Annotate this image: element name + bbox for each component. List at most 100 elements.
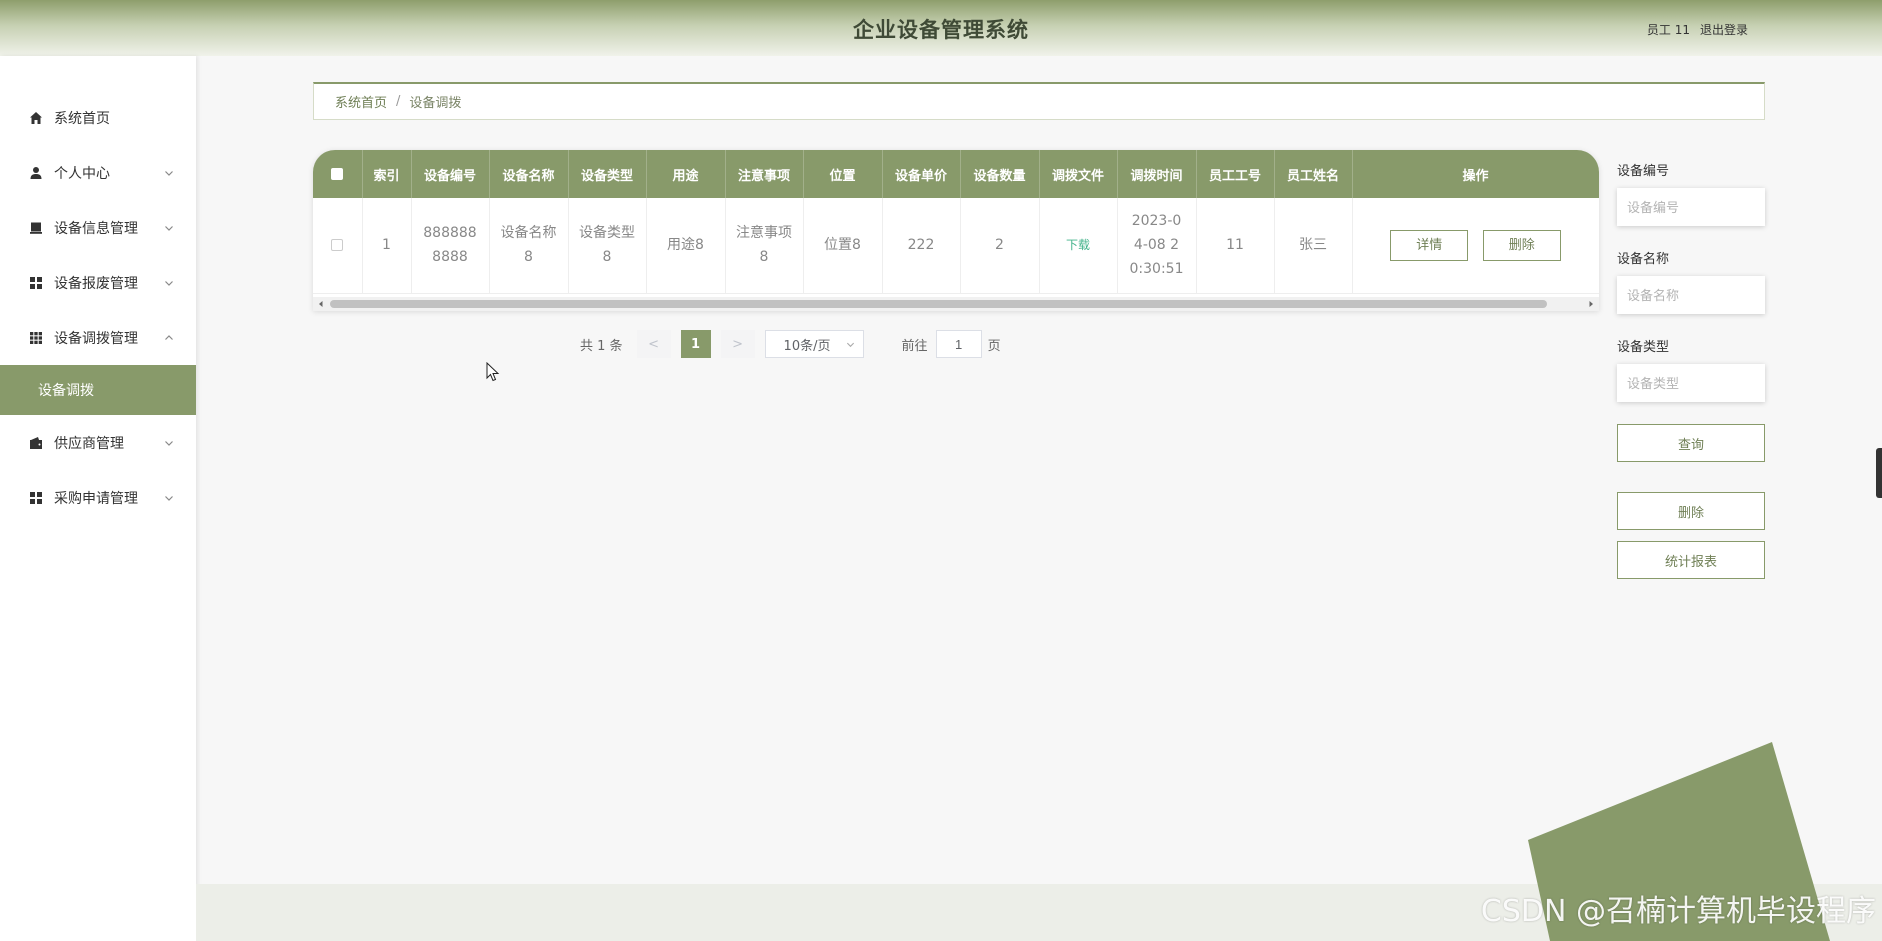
grid-icon — [28, 490, 44, 506]
app-title: 企业设备管理系统 — [853, 18, 1029, 42]
sidebar-item-device-info[interactable]: 设备信息管理 — [0, 200, 196, 255]
column-header: 操作 — [1352, 150, 1599, 198]
chevron-down-icon — [846, 342, 854, 348]
search-name-input[interactable] — [1617, 276, 1765, 314]
sidebar-item-label: 设备报废管理 — [54, 275, 138, 292]
sidebar-item-personal[interactable]: 个人中心 — [0, 145, 196, 200]
pagination: 共 1 条 < 1 > 10条/页 前往 页 — [580, 330, 1001, 358]
page-size-value: 10条/页 — [783, 338, 831, 354]
home-icon — [28, 110, 44, 126]
table-row: 1 8888888888 设备名称8 设备类型8 用途8 注意事项8 位置8 2… — [313, 198, 1599, 294]
logout-link[interactable]: 退出登录 — [1700, 21, 1748, 38]
search-number-input[interactable] — [1617, 188, 1765, 226]
cell-emp-no: 11 — [1196, 198, 1275, 294]
column-header: 员工工号 — [1196, 150, 1275, 198]
search-type-input[interactable] — [1617, 364, 1765, 402]
user-icon — [28, 165, 44, 181]
column-header: 用途 — [646, 150, 726, 198]
row-delete-button[interactable]: 删除 — [1482, 229, 1561, 261]
mouse-cursor-icon — [486, 362, 500, 382]
scroll-right-icon[interactable] — [1586, 299, 1596, 309]
sidebar-item-label: 系统首页 — [54, 110, 110, 127]
cell-notes: 注意事项8 — [725, 198, 804, 294]
column-header: 索引 — [362, 150, 412, 198]
sidebar-item-label: 设备调拨管理 — [54, 330, 138, 347]
cell-number: 8888888888 — [411, 198, 490, 294]
sidebar-item-home[interactable]: 系统首页 — [0, 90, 196, 145]
device-icon — [28, 220, 44, 236]
sidebar-item-label: 采购申请管理 — [54, 490, 138, 507]
cell-type: 设备类型8 — [568, 198, 647, 294]
stats-report-button[interactable]: 统计报表 — [1617, 541, 1765, 579]
chevron-up-icon — [165, 334, 173, 340]
data-table: 索引 设备编号 设备名称 设备类型 用途 注意事项 位置 设备单价 设备数量 调… — [313, 150, 1599, 311]
search-name-label: 设备名称 — [1617, 252, 1670, 267]
row-select-cell[interactable] — [313, 198, 363, 294]
detail-button[interactable]: 详情 — [1390, 229, 1469, 261]
query-button[interactable]: 查询 — [1617, 424, 1765, 462]
chevron-down-icon — [165, 495, 173, 501]
page-number-current[interactable]: 1 — [680, 330, 711, 358]
prev-page-button[interactable]: < — [636, 330, 671, 358]
sidebar-item-label: 个人中心 — [54, 165, 110, 182]
column-header: 注意事项 — [725, 150, 804, 198]
sidebar: 系统首页 个人中心 设备信息管理 设备报废管理 设备调拨管理 设备调拨 供应商管… — [0, 56, 196, 941]
column-header: 设备类型 — [568, 150, 647, 198]
batch-delete-button[interactable]: 删除 — [1617, 492, 1765, 530]
scrollbar-thumb[interactable] — [330, 300, 1547, 308]
column-header: 设备编号 — [411, 150, 490, 198]
page-unit-label: 页 — [987, 338, 1001, 354]
chevron-down-icon — [165, 170, 173, 176]
next-page-button[interactable]: > — [720, 330, 755, 358]
breadcrumb-separator: / — [396, 94, 401, 109]
horizontal-scrollbar[interactable] — [313, 297, 1599, 311]
table-header-row: 索引 设备编号 设备名称 设备类型 用途 注意事项 位置 设备单价 设备数量 调… — [313, 150, 1599, 198]
cell-time: 2023-04-08 20:30:51 — [1117, 198, 1197, 294]
cell-name: 设备名称8 — [489, 198, 569, 294]
goto-label: 前往 — [901, 338, 928, 354]
goto-page-input[interactable] — [935, 330, 982, 358]
grid9-icon — [28, 330, 44, 346]
sidebar-subitem-device-transfer[interactable]: 设备调拨 — [0, 365, 196, 415]
user-area: 员工 11 退出登录 — [1647, 21, 1748, 38]
select-all-cell[interactable] — [313, 150, 363, 198]
chevron-down-icon — [165, 440, 173, 446]
row-checkbox[interactable] — [331, 239, 344, 252]
cell-qty: 2 — [960, 198, 1040, 294]
sidebar-item-device-transfer[interactable]: 设备调拨管理 — [0, 310, 196, 365]
column-header: 设备单价 — [882, 150, 961, 198]
column-header: 调拨时间 — [1117, 150, 1197, 198]
side-handle[interactable] — [1876, 448, 1882, 498]
sidebar-item-purchase[interactable]: 采购申请管理 — [0, 470, 196, 525]
cell-actions: 详情 删除 — [1352, 198, 1599, 294]
sidebar-item-device-scrap[interactable]: 设备报废管理 — [0, 255, 196, 310]
breadcrumb-home[interactable]: 系统首页 — [335, 92, 387, 111]
column-header: 设备名称 — [489, 150, 569, 198]
breadcrumb-current: 设备调拨 — [409, 96, 462, 111]
watermark: CSDN @召楠计算机毕设程序 — [1480, 894, 1876, 929]
sidebar-item-supplier[interactable]: 供应商管理 — [0, 415, 196, 470]
column-header: 员工姓名 — [1274, 150, 1353, 198]
scroll-left-icon[interactable] — [316, 299, 326, 309]
column-header: 设备数量 — [960, 150, 1040, 198]
select-all-checkbox[interactable] — [331, 168, 344, 180]
search-type-label: 设备类型 — [1617, 340, 1670, 355]
chevron-down-icon — [165, 280, 173, 286]
current-user: 员工 11 — [1646, 23, 1690, 37]
chevron-down-icon — [165, 225, 173, 231]
cell-emp-name: 张三 — [1274, 198, 1353, 294]
cell-usage: 用途8 — [646, 198, 726, 294]
grid-icon — [28, 275, 44, 291]
download-link[interactable]: 下载 — [1066, 238, 1090, 252]
sidebar-item-label: 供应商管理 — [54, 435, 124, 452]
breadcrumb: 系统首页 / 设备调拨 — [313, 82, 1765, 120]
cell-location: 位置8 — [803, 198, 883, 294]
cell-price: 222 — [882, 198, 961, 294]
sidebar-item-label: 设备信息管理 — [54, 220, 138, 237]
cell-index: 1 — [362, 198, 412, 294]
cell-file: 下载 — [1039, 198, 1118, 294]
wallet-icon — [28, 435, 44, 451]
page-size-select[interactable]: 10条/页 — [764, 330, 864, 358]
column-header: 调拨文件 — [1039, 150, 1118, 198]
search-number-label: 设备编号 — [1617, 164, 1670, 179]
